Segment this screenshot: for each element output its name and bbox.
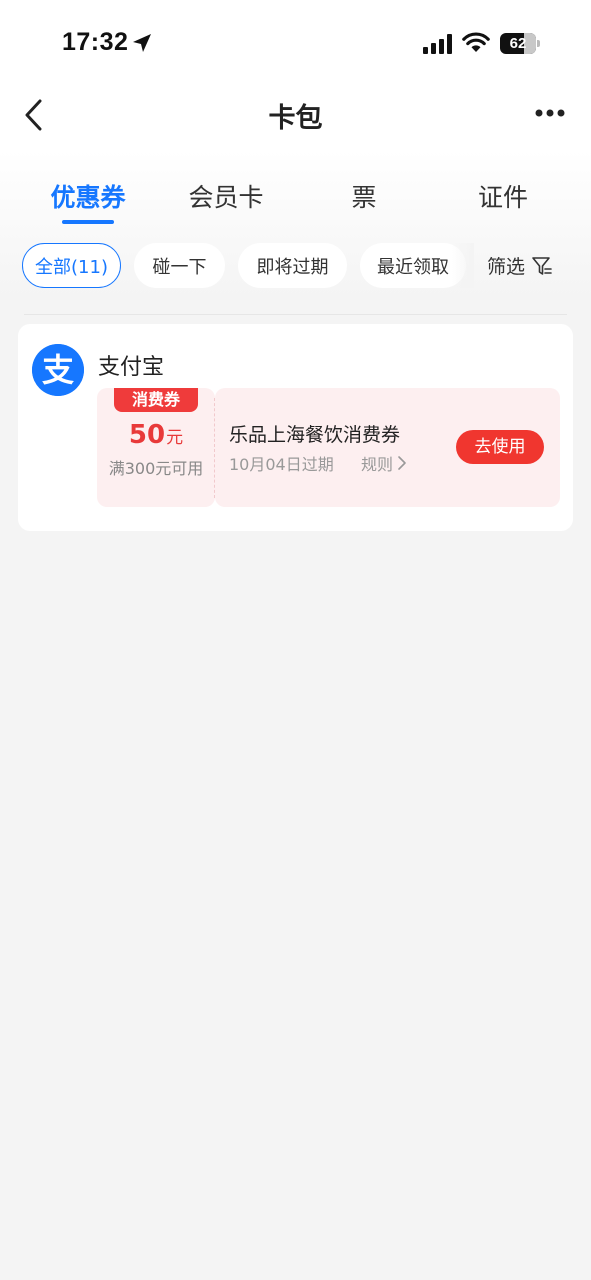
use-coupon-button[interactable]: 去使用 xyxy=(456,430,544,464)
alipay-logo-icon: 支 xyxy=(32,344,84,396)
battery-level: 62 xyxy=(509,35,527,52)
section-divider xyxy=(24,314,567,315)
chip-tap[interactable]: 碰一下 xyxy=(134,243,225,288)
active-tab-indicator xyxy=(62,220,114,224)
page-title: 卡包 xyxy=(268,103,323,134)
filter-icon xyxy=(532,256,552,275)
coupon-expiry: 10月04日过期 xyxy=(229,455,334,474)
svg-text:支: 支 xyxy=(42,351,74,389)
status-time: 17:32 xyxy=(62,28,129,56)
filter-button[interactable]: 筛选 xyxy=(487,243,553,288)
tab-coupons[interactable]: 优惠券 xyxy=(46,178,130,214)
more-icon[interactable] xyxy=(534,104,566,122)
battery-indicator: 62 xyxy=(500,33,540,54)
coupon-amount-unit: 元 xyxy=(166,428,184,448)
wifi-icon xyxy=(462,32,490,52)
status-bar: 17:32 62 xyxy=(0,0,591,88)
coupon-rules-label: 规则 xyxy=(361,455,394,474)
coupon-title: 乐品上海餐饮消费券 xyxy=(229,424,401,446)
coupon-type-tag: 消费券 xyxy=(114,388,198,412)
tab-tickets[interactable]: 票 xyxy=(340,178,388,214)
chip-recently-received[interactable]: 最近领取 xyxy=(360,243,466,288)
chip-expiring-soon[interactable]: 即将过期 xyxy=(238,243,347,288)
filter-label: 筛选 xyxy=(487,256,526,278)
tab-ids[interactable]: 证件 xyxy=(474,178,532,214)
coupon-rules-link[interactable]: 规则 xyxy=(361,451,407,475)
coupon-merchant-card: 支 支付宝 消费券 50元 满300元可用 乐品上海餐饮消费券 10月04日过期… xyxy=(18,324,573,531)
coupon-amount: 50元 xyxy=(97,420,215,450)
location-arrow-icon xyxy=(133,34,151,52)
category-tabs: 优惠券 会员卡 票 证件 xyxy=(0,170,591,230)
coupon-condition: 满300元可用 xyxy=(108,459,204,478)
tab-membership-cards[interactable]: 会员卡 xyxy=(184,178,268,214)
chips-fade xyxy=(452,243,474,288)
chevron-right-icon xyxy=(398,456,406,470)
chip-all[interactable]: 全部(11) xyxy=(22,243,121,288)
card-wallet-page: 17:32 62 卡包 优惠券 会员卡 票 证件 全部(11) 碰一下 即将过期… xyxy=(0,0,591,1280)
merchant-name: 支付宝 xyxy=(98,355,165,380)
cellular-signal-icon xyxy=(423,34,452,54)
coupon-amount-value: 50 xyxy=(128,420,166,450)
